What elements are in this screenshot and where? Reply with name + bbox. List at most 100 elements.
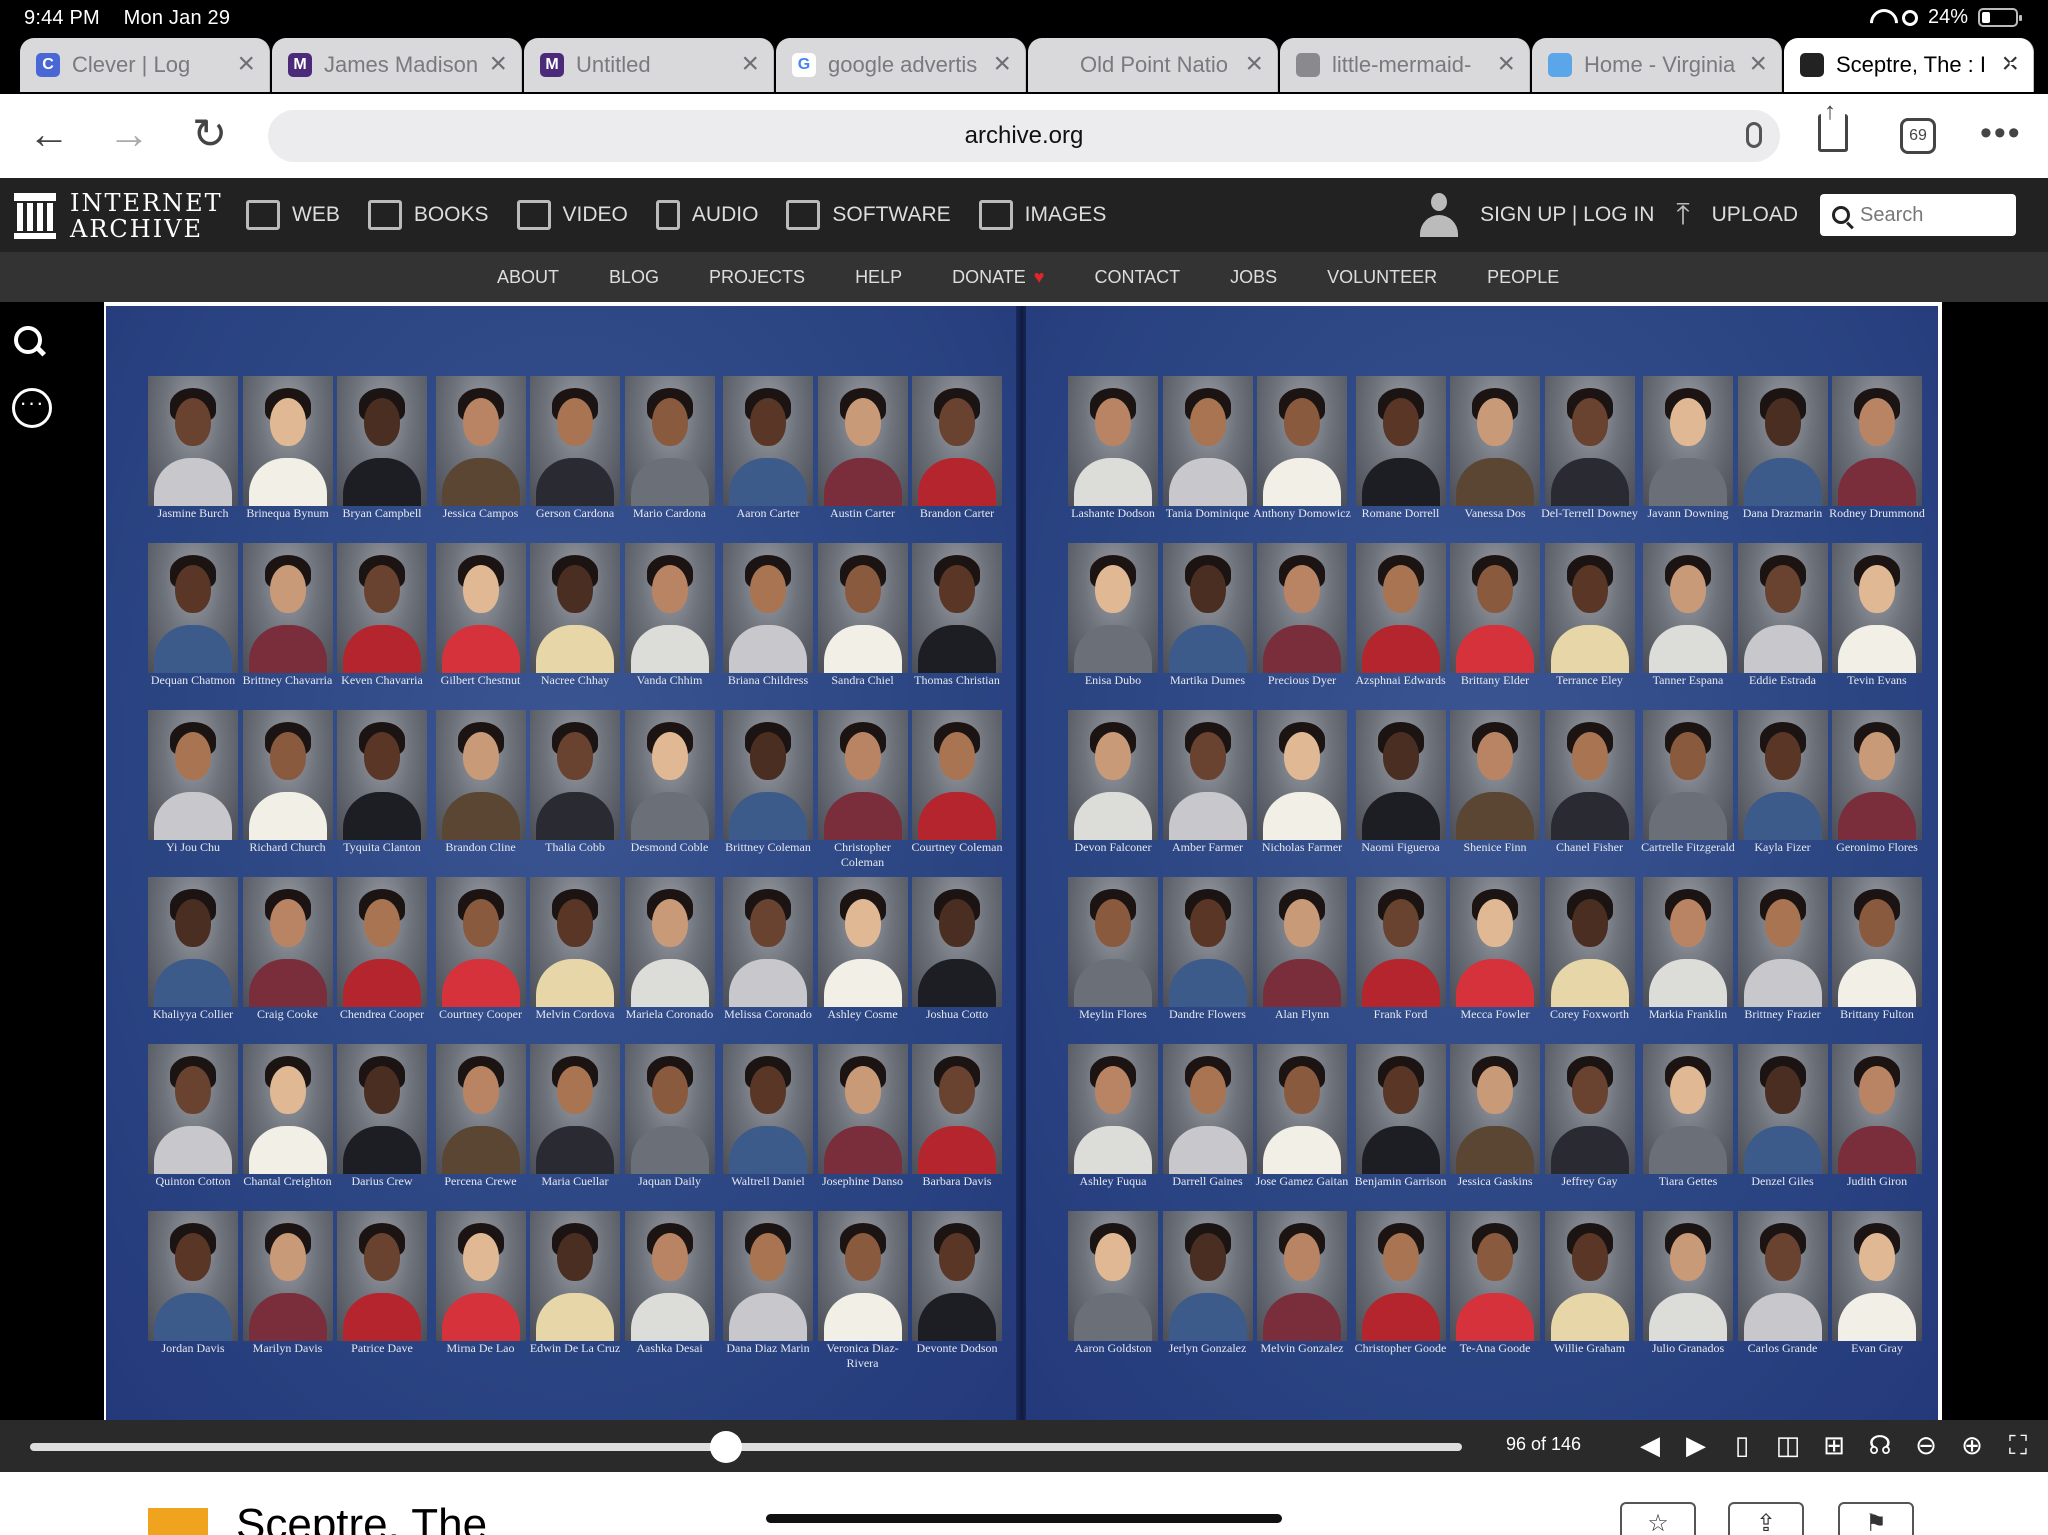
close-tab-icon[interactable]: × [489, 49, 507, 79]
books-icon [367, 200, 402, 230]
reader-more-button[interactable]: ··· [12, 388, 52, 428]
browser-tab[interactable]: Old Point Natio × [1028, 38, 1278, 92]
nav-books[interactable]: BOOKS [367, 200, 489, 230]
student-name: Benjamin Garrison [1354, 1174, 1447, 1188]
thumbnail-view-button[interactable]: ⊞ [1820, 1430, 1848, 1460]
student-photo [1544, 376, 1635, 506]
browser-tab[interactable]: C Clever | Log × [20, 38, 270, 92]
two-page-view-button[interactable]: ◫ [1774, 1430, 1802, 1460]
subnav-contact[interactable]: CONTACT [1094, 267, 1180, 288]
student-photo [1355, 543, 1446, 673]
close-tab-icon[interactable]: × [237, 49, 255, 79]
student-name: Bryan Campbell [342, 506, 422, 520]
read-aloud-button[interactable]: ☊ [1866, 1430, 1894, 1460]
browser-tab[interactable]: Ggoogle advertis × [776, 38, 1026, 92]
signup-login-link[interactable]: SIGN UP | LOG IN [1480, 203, 1654, 227]
close-tab-icon[interactable]: × [1245, 49, 1263, 79]
book-spread: Jasmine Burch Brinequa Bynum Bryan Campbel… [104, 302, 1942, 1420]
page-slider-handle[interactable] [709, 1431, 742, 1463]
share-button[interactable] [1818, 98, 1848, 152]
student-name: Tania Dominique [1165, 506, 1250, 520]
close-tab-icon[interactable]: × [993, 49, 1011, 79]
student-name: Jerlyn Gonzalez [1168, 1341, 1247, 1355]
ia-logo[interactable]: INTERNET ARCHIVE [14, 190, 223, 242]
browser-tab[interactable]: Home - Virginia × [1532, 38, 1782, 92]
subnav-people[interactable]: PEOPLE [1487, 267, 1559, 288]
student-name: Corey Foxworth [1550, 1007, 1629, 1021]
nav-images[interactable]: IMAGES [978, 200, 1106, 230]
student-name: Dequan Chatmon [150, 673, 236, 687]
next-page-button[interactable]: ▶ [1682, 1430, 1710, 1460]
subnav-help[interactable]: HELP [855, 267, 902, 288]
close-tab-icon[interactable]: × [1749, 49, 1767, 79]
forward-button[interactable]: → [108, 112, 150, 156]
zoom-in-button[interactable]: ⊕ [1958, 1430, 1986, 1460]
student-photo [817, 710, 908, 840]
nav-audio[interactable]: AUDIO [655, 200, 759, 230]
student-photo [530, 877, 620, 1007]
student-name: Edwin De La Cruz [529, 1341, 621, 1355]
reload-button[interactable]: ↻ [192, 112, 227, 156]
student-photo [530, 543, 620, 673]
tab-title: Untitled [576, 52, 651, 77]
upload-link[interactable]: UPLOAD [1712, 203, 1798, 227]
student-photo [912, 543, 1002, 673]
student-photo [242, 1044, 333, 1174]
subnav-jobs[interactable]: JOBS [1230, 267, 1277, 288]
more-options-button[interactable]: ••• [1980, 114, 2022, 153]
nav-audio-label: AUDIO [691, 203, 759, 226]
one-page-view-button[interactable]: ▯ [1728, 1430, 1756, 1460]
subnav-blog[interactable]: BLOG [609, 267, 659, 288]
zoom-out-button[interactable]: ⊖ [1912, 1430, 1940, 1460]
fullscreen-button[interactable]: ⛶ [2004, 1430, 2032, 1460]
jmu-icon: M [288, 53, 312, 77]
student-name: Melvin Cordova [535, 1007, 615, 1021]
student-name: Chantal Creighton [243, 1174, 332, 1188]
page-slider[interactable] [30, 1443, 1462, 1451]
wifi-icon [1870, 9, 1892, 27]
browser-tab[interactable]: little-mermaid- × [1280, 38, 1530, 92]
microphone-icon[interactable] [1746, 122, 1762, 148]
student-photo [912, 376, 1002, 506]
close-tab-icon[interactable]: × [1497, 49, 1515, 79]
browser-tab[interactable]: M James Madison × [272, 38, 522, 92]
flag-button[interactable]: ⚑ [1838, 1502, 1914, 1535]
status-date: Mon Jan 29 [123, 7, 231, 29]
right-page[interactable]: Lashante Dodson Tania Dominique Anthony Do… [1026, 306, 1938, 1420]
student-photo [337, 1211, 427, 1341]
student-name: Lashante Dodson [1071, 506, 1155, 520]
search-placeholder: Search [1860, 203, 1924, 226]
nav-video[interactable]: VIDEO [516, 200, 628, 230]
subnav-volunteer[interactable]: VOLUNTEER [1327, 267, 1437, 288]
student-name: Joshua Cotto [925, 1007, 989, 1021]
subnav-donate-label: DONATE [952, 266, 1026, 287]
student-name: Dana Drazmarin [1742, 506, 1823, 520]
ia-subnav: ABOUT BLOG PROJECTS HELP DONATE ♥ CONTACT… [0, 252, 2048, 302]
student-photo [624, 877, 715, 1007]
favorite-button[interactable]: ☆ [1620, 1502, 1696, 1535]
student-name: Brittney Chavarria [242, 673, 333, 687]
browser-tab[interactable]: M Untitled × [524, 38, 774, 92]
globe-icon [1296, 53, 1320, 77]
student-name: Courtney Cooper [439, 1007, 522, 1021]
student-photo [912, 1211, 1002, 1341]
new-tab-button[interactable]: + [2007, 42, 2032, 84]
back-button[interactable]: ← [28, 112, 70, 156]
subnav-projects[interactable]: PROJECTS [709, 267, 805, 288]
ia-search-input[interactable]: Search [1820, 194, 2016, 236]
address-bar[interactable]: archive.org [268, 110, 1780, 162]
nav-software[interactable]: SOFTWARE [786, 200, 951, 230]
close-tab-icon[interactable]: × [741, 49, 759, 79]
subnav-about[interactable]: ABOUT [497, 267, 559, 288]
left-page[interactable]: Jasmine Burch Brinequa Bynum Bryan Campbel… [106, 306, 1020, 1420]
previous-page-button[interactable]: ◀ [1636, 1430, 1664, 1460]
share-item-button[interactable]: ⇪ [1728, 1502, 1804, 1535]
student-name: Martika Dumes [1170, 673, 1245, 687]
nav-web[interactable]: WEB [246, 200, 340, 230]
subnav-donate[interactable]: DONATE ♥ [952, 267, 1044, 288]
tab-title: Old Point Natio [1080, 52, 1228, 77]
student-photo [1068, 1044, 1158, 1174]
tab-overview-button[interactable]: 69 [1900, 118, 1936, 154]
browser-tab[interactable]: Sceptre, The : I × [1784, 38, 2034, 92]
search-inside-button[interactable] [14, 326, 46, 358]
